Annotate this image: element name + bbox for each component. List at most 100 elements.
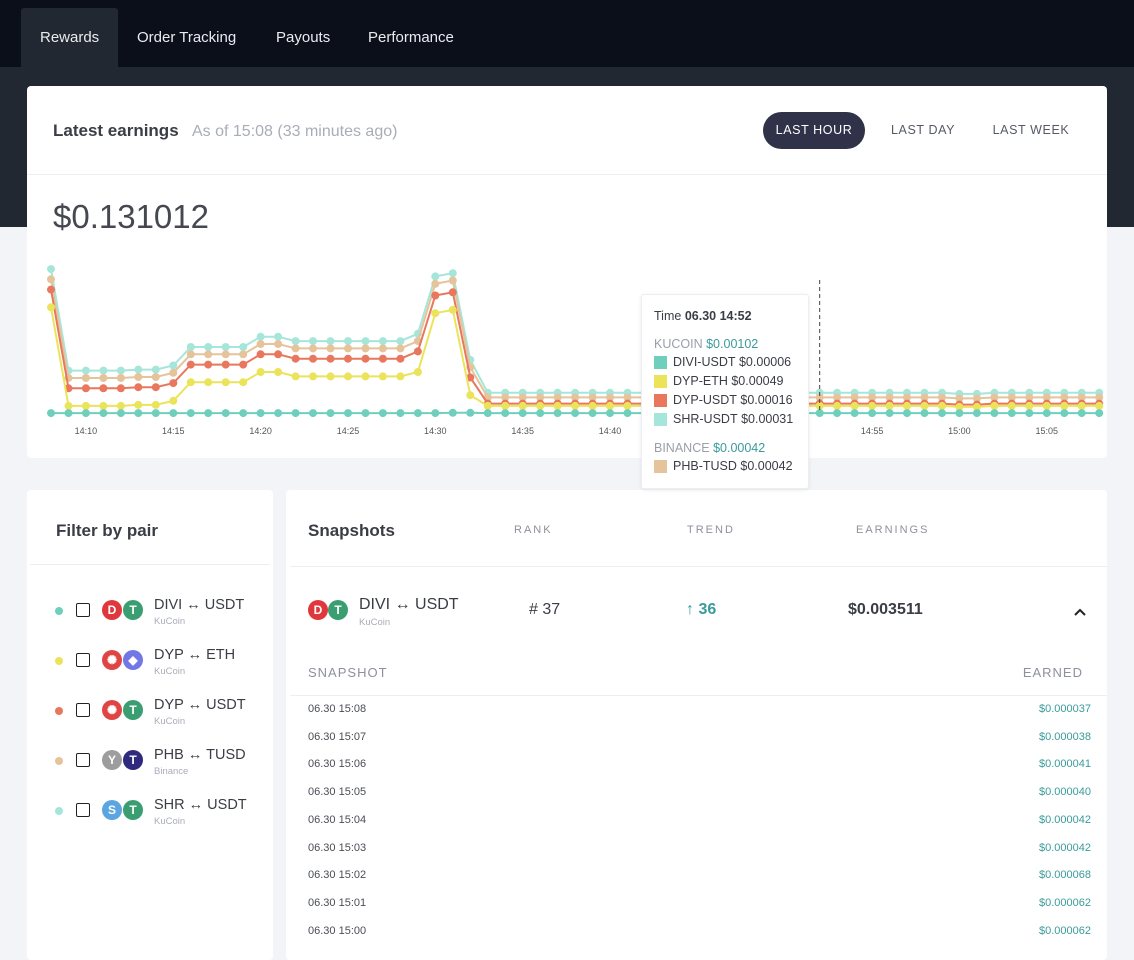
data-point[interactable] — [47, 286, 55, 294]
data-point[interactable] — [344, 409, 352, 417]
data-point[interactable] — [1043, 402, 1051, 410]
data-point[interactable] — [257, 368, 265, 376]
data-point[interactable] — [239, 361, 247, 369]
data-point[interactable] — [117, 402, 125, 410]
data-point[interactable] — [134, 401, 142, 409]
pair-filter-item[interactable]: YTPHB ↔ TUSDBinance — [27, 741, 273, 781]
data-point[interactable] — [886, 402, 894, 410]
data-point[interactable] — [169, 409, 177, 417]
data-point[interactable] — [1043, 409, 1051, 417]
data-point[interactable] — [501, 409, 509, 417]
data-point[interactable] — [187, 361, 195, 369]
pair-filter-item[interactable]: STSHR ↔ USDTKuCoin — [27, 791, 273, 831]
data-point[interactable] — [816, 409, 824, 417]
data-point[interactable] — [309, 337, 317, 345]
data-point[interactable] — [187, 343, 195, 351]
data-point[interactable] — [309, 409, 317, 417]
data-point[interactable] — [1025, 409, 1033, 417]
data-point[interactable] — [414, 368, 422, 376]
data-point[interactable] — [344, 372, 352, 380]
data-point[interactable] — [152, 401, 160, 409]
data-point[interactable] — [851, 409, 859, 417]
data-point[interactable] — [536, 402, 544, 410]
data-point[interactable] — [449, 306, 457, 314]
data-point[interactable] — [362, 372, 370, 380]
data-point[interactable] — [1078, 409, 1086, 417]
data-point[interactable] — [1095, 402, 1103, 410]
data-point[interactable] — [169, 379, 177, 387]
data-point[interactable] — [327, 409, 335, 417]
data-point[interactable] — [1025, 402, 1033, 410]
data-point[interactable] — [152, 373, 160, 381]
data-point[interactable] — [1060, 409, 1068, 417]
data-point[interactable] — [292, 344, 300, 352]
data-point[interactable] — [536, 409, 544, 417]
data-point[interactable] — [379, 372, 387, 380]
data-point[interactable] — [204, 378, 212, 386]
earnings-chart[interactable]: 14:1014:1514:2014:2514:3014:3514:4014:45… — [0, 0, 1134, 460]
data-point[interactable] — [431, 280, 439, 288]
data-point[interactable] — [99, 384, 107, 392]
data-point[interactable] — [47, 409, 55, 417]
data-point[interactable] — [239, 350, 247, 358]
data-point[interactable] — [921, 409, 929, 417]
pair-checkbox[interactable] — [76, 753, 90, 767]
data-point[interactable] — [65, 409, 73, 417]
data-point[interactable] — [484, 409, 492, 417]
data-point[interactable] — [955, 409, 963, 417]
data-point[interactable] — [431, 409, 439, 417]
data-point[interactable] — [204, 350, 212, 358]
data-point[interactable] — [344, 344, 352, 352]
data-point[interactable] — [344, 337, 352, 345]
data-point[interactable] — [938, 409, 946, 417]
data-point[interactable] — [990, 402, 998, 410]
data-point[interactable] — [921, 402, 929, 410]
data-point[interactable] — [431, 292, 439, 300]
data-point[interactable] — [414, 409, 422, 417]
data-point[interactable] — [257, 409, 265, 417]
data-point[interactable] — [65, 402, 73, 410]
data-point[interactable] — [379, 337, 387, 345]
data-point[interactable] — [99, 367, 107, 375]
data-point[interactable] — [204, 343, 212, 351]
data-point[interactable] — [99, 374, 107, 382]
data-point[interactable] — [169, 362, 177, 370]
data-point[interactable] — [239, 378, 247, 386]
data-point[interactable] — [204, 409, 212, 417]
data-point[interactable] — [309, 372, 317, 380]
pair-checkbox[interactable] — [76, 703, 90, 717]
data-point[interactable] — [396, 355, 404, 363]
data-point[interactable] — [1078, 402, 1086, 410]
data-point[interactable] — [169, 397, 177, 405]
data-point[interactable] — [396, 372, 404, 380]
data-point[interactable] — [833, 409, 841, 417]
data-point[interactable] — [466, 409, 474, 417]
data-point[interactable] — [187, 409, 195, 417]
data-point[interactable] — [134, 409, 142, 417]
data-point[interactable] — [222, 343, 230, 351]
pair-checkbox[interactable] — [76, 603, 90, 617]
column-header-rank[interactable]: RANK — [514, 524, 553, 536]
data-point[interactable] — [554, 402, 562, 410]
data-point[interactable] — [239, 343, 247, 351]
data-point[interactable] — [292, 337, 300, 345]
data-point[interactable] — [117, 374, 125, 382]
data-point[interactable] — [327, 337, 335, 345]
data-point[interactable] — [903, 402, 911, 410]
data-point[interactable] — [257, 350, 265, 358]
pair-filter-item[interactable]: DTDIVI ↔ USDTKuCoin — [27, 591, 273, 631]
data-point[interactable] — [274, 409, 282, 417]
data-point[interactable] — [292, 409, 300, 417]
data-point[interactable] — [1008, 402, 1016, 410]
data-point[interactable] — [292, 372, 300, 380]
data-point[interactable] — [606, 402, 614, 410]
data-point[interactable] — [82, 384, 90, 392]
data-point[interactable] — [396, 337, 404, 345]
data-point[interactable] — [82, 402, 90, 410]
data-point[interactable] — [327, 355, 335, 363]
data-point[interactable] — [82, 374, 90, 382]
data-point[interactable] — [362, 409, 370, 417]
data-point[interactable] — [938, 402, 946, 410]
data-point[interactable] — [134, 366, 142, 374]
data-point[interactable] — [449, 409, 457, 417]
